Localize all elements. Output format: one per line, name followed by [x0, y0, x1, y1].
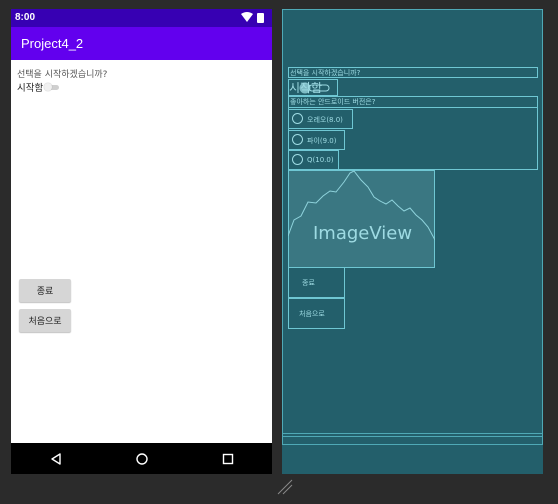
start-switch-row[interactable]: 시작함: [17, 81, 60, 94]
blueprint-radio-pie-label: 파이(9.0): [307, 137, 337, 145]
blueprint-radio-header: 좋아하는 안드로이드 버전은?: [290, 98, 376, 106]
blueprint-bottom-frame: [282, 433, 543, 445]
home-icon[interactable]: [135, 452, 149, 466]
blueprint-radio-q-label: Q(10.0): [307, 156, 334, 164]
start-switch[interactable]: [44, 82, 60, 92]
radio-pie-circle: [292, 134, 303, 145]
blueprint-restart-label: 처음으로: [299, 310, 325, 318]
resize-handle-icon[interactable]: [276, 478, 294, 496]
status-bar: 8:00: [11, 9, 272, 27]
app-bar: Project4_2: [11, 27, 272, 60]
exit-button[interactable]: 종료: [19, 279, 71, 302]
battery-icon: [257, 13, 264, 23]
wifi-icon: [241, 12, 253, 22]
recents-icon[interactable]: [221, 452, 235, 466]
status-time: 8:00: [15, 12, 36, 23]
blueprint-imageview-label: ImageView: [313, 223, 413, 244]
radio-q-circle: [292, 154, 303, 165]
status-icons: [241, 12, 264, 23]
question-text: 선택을 시작하겠습니까?: [17, 70, 108, 80]
radio-oreo-circle: [292, 113, 303, 124]
blueprint-preview: 선택을 시작하겠습니까? 시작함 좋아하는 안드로이드 버전은? 오레오(8.0…: [282, 9, 543, 474]
design-preview: 8:00 Project4_2 선택을 시작하겠습니까? 시작함 종료 처음으로: [11, 9, 272, 474]
start-switch-label: 시작함: [17, 83, 44, 94]
blueprint-radio-oreo-label: 오레오(8.0): [307, 116, 343, 124]
mountain-icon: [288, 170, 435, 241]
blueprint-exit-button[interactable]: [288, 267, 345, 298]
app-title: Project4_2: [21, 36, 84, 51]
activity-content: 선택을 시작하겠습니까? 시작함 종료 처음으로: [11, 60, 272, 443]
blueprint-exit-label: 종료: [302, 279, 315, 287]
navigation-bar: [11, 443, 272, 474]
restart-button[interactable]: 처음으로: [19, 309, 71, 332]
back-icon[interactable]: [49, 452, 63, 466]
blueprint-question-text: 선택을 시작하겠습니까?: [290, 69, 361, 77]
blueprint-switch-shape: [299, 82, 330, 94]
